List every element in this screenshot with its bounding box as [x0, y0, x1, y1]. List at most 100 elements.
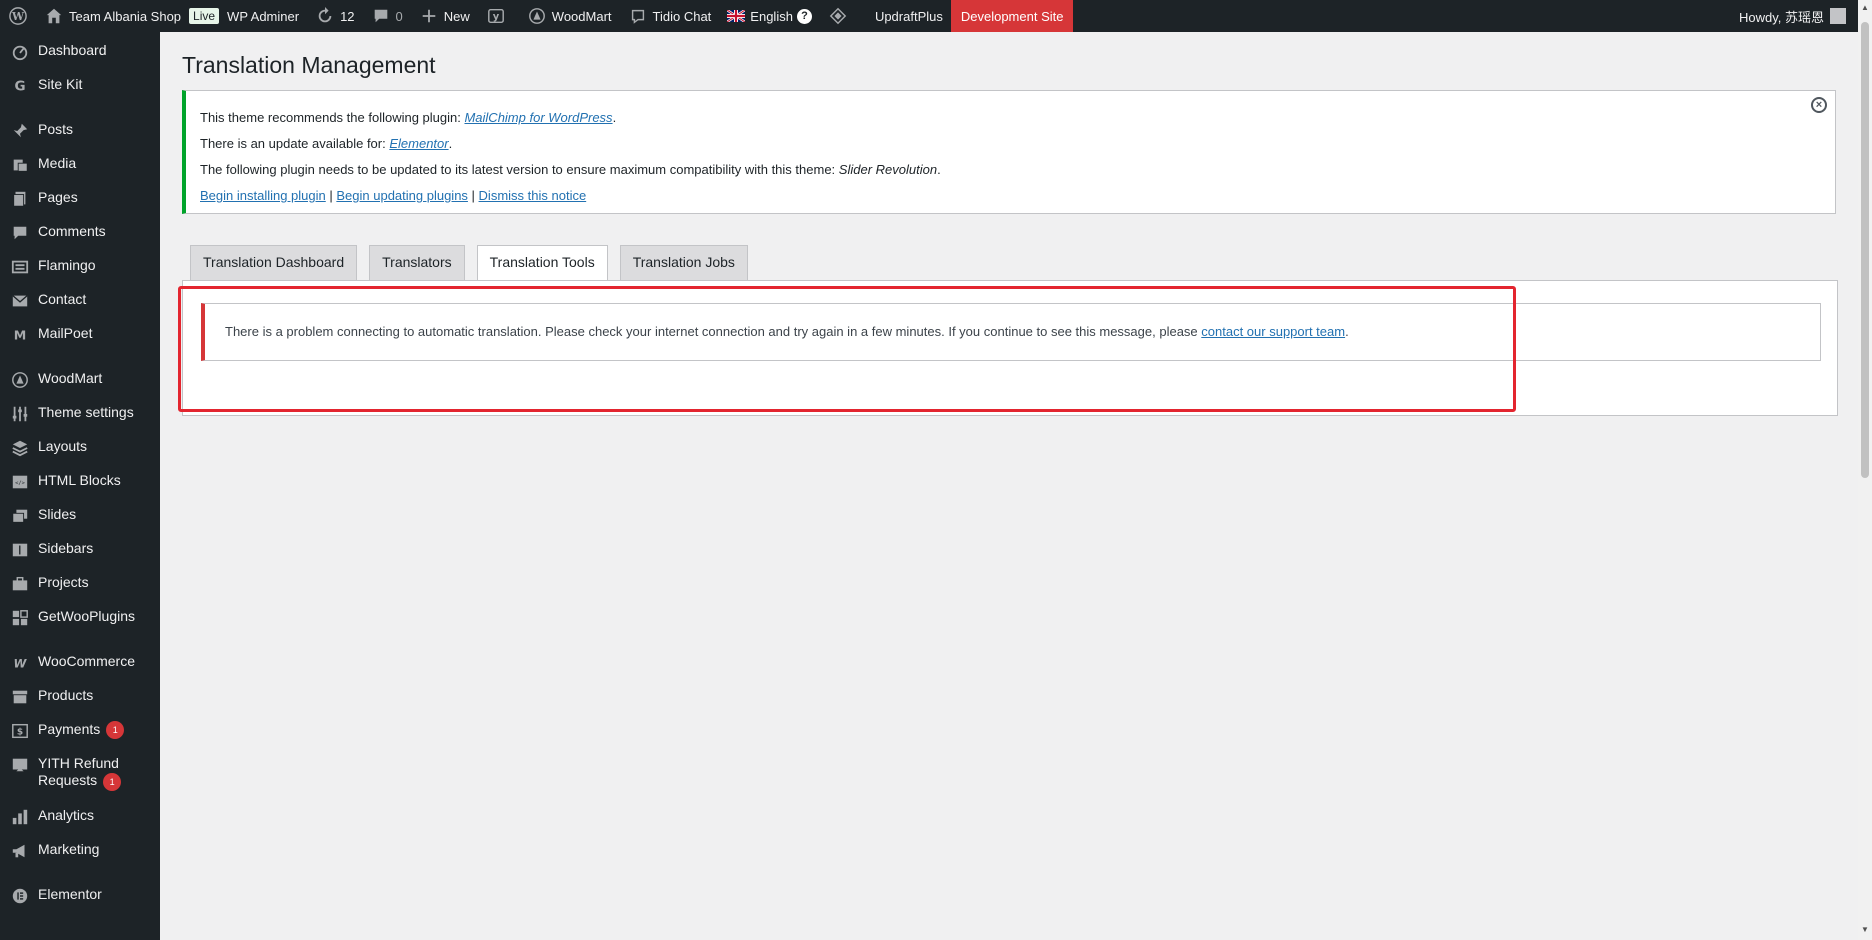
language-menu[interactable]: English ? [719, 0, 820, 32]
sidebar-item-label: YITH Refund Requests 1 [38, 755, 122, 791]
svg-text:$: $ [17, 728, 23, 738]
notice-line-2: There is an update available for: Elemen… [200, 136, 453, 151]
dollar-icon: $ [10, 721, 30, 741]
sidebar-item-getwooplugins[interactable]: GetWooPlugins [0, 598, 160, 632]
notification-badge: 1 [103, 773, 122, 791]
updraftplus-label: UpdraftPlus [874, 8, 943, 24]
highlight-box [178, 286, 1516, 412]
layers-icon [10, 438, 30, 458]
begin-updating-plugins-link[interactable]: Begin updating plugins [336, 188, 468, 203]
tab-translators[interactable]: Translators [369, 245, 465, 281]
sidebar-item-projects[interactable]: Projects [0, 564, 160, 598]
notice-line-2-text: There is an update available for: [200, 136, 390, 151]
pages-icon [10, 189, 30, 209]
page-scrollbar[interactable]: ▲ ▼ [1858, 0, 1872, 940]
yoast-icon: y [486, 6, 506, 26]
elementor-link[interactable]: Elementor [389, 136, 448, 151]
wp-adminer-link[interactable]: WP Adminer [227, 0, 307, 32]
uk-flag-icon [727, 10, 746, 22]
updates-menu[interactable]: 12 [307, 0, 362, 32]
sidebar-item-woodmart[interactable]: WoodMart [0, 360, 160, 394]
sidebar-item-marketing[interactable]: Marketing [0, 831, 160, 865]
yoast-menu[interactable]: y [478, 0, 519, 32]
admin-sidebar: Dashboard G Site Kit Posts Media Pages Comment… [0, 32, 160, 940]
scroll-up-arrow-icon[interactable]: ▲ [1861, 4, 1869, 12]
sidebar-item-payments[interactable]: $ Payments 1 [0, 711, 160, 745]
page-title: Translation Management [182, 52, 436, 78]
mailchimp-link[interactable]: MailChimp for WordPress [464, 110, 612, 125]
woodmart-menu[interactable]: WoodMart [519, 0, 620, 32]
woodmart-icon [527, 6, 547, 26]
sidebar-item-label: GetWooPlugins [38, 608, 136, 624]
sidebar-item-contact[interactable]: Contact [0, 281, 160, 315]
sidebar-item-media[interactable]: Media [0, 145, 160, 179]
language-label: English [750, 8, 793, 24]
svg-text:</>: </> [15, 481, 25, 487]
new-content-menu[interactable]: New [411, 0, 478, 32]
scrollbar-thumb[interactable] [1861, 22, 1869, 478]
sidebar-item-posts[interactable]: Posts [0, 111, 160, 145]
sidebar-item-elementor[interactable]: Elementor [0, 876, 160, 910]
sidebar-item-label: WoodMart [38, 370, 103, 386]
development-site-badge[interactable]: Development Site [950, 0, 1074, 32]
home-icon [44, 6, 64, 26]
menu-separator [0, 100, 160, 111]
wp-logo-menu[interactable]: W [0, 0, 36, 32]
sidebar-item-sidebars[interactable]: Sidebars [0, 530, 160, 564]
comments-count: 0 [395, 8, 403, 24]
tidio-label: Tidio Chat [652, 8, 712, 24]
dismiss-icon[interactable]: × [1811, 97, 1827, 113]
menu-separator [0, 632, 160, 643]
woocommerce-icon: W [10, 653, 30, 673]
sidebar-item-theme-settings[interactable]: Theme settings [0, 394, 160, 428]
sidebar-item-analytics[interactable]: Analytics [0, 797, 160, 831]
my-account-menu[interactable]: Howdy, 苏瑶恩 [1731, 0, 1858, 32]
wpml-menu[interactable] [820, 0, 861, 32]
site-name: Team Albania Shop [69, 8, 182, 24]
pin-icon [10, 121, 30, 141]
sidebar-item-label: Layouts [38, 438, 88, 454]
tab-translation-dashboard[interactable]: Translation Dashboard [190, 245, 358, 281]
sidebar-item-label: WooCommerce [38, 653, 135, 669]
comment-icon [371, 6, 391, 26]
plugin-grid-icon [10, 608, 30, 628]
updraftplus-menu[interactable]: UpdraftPlus [861, 0, 951, 32]
sidebar-item-flamingo[interactable]: Flamingo [0, 247, 160, 281]
sidebar-item-layouts[interactable]: Layouts [0, 428, 160, 462]
sidebar-item-comments[interactable]: Comments [0, 213, 160, 247]
refund-icon [10, 755, 30, 775]
sidebar-item-yith-refund[interactable]: YITH Refund Requests 1 [0, 745, 160, 797]
dismiss-notice-link[interactable]: Dismiss this notice [479, 188, 587, 203]
tidio-menu[interactable]: Tidio Chat [620, 0, 720, 32]
sidebar-item-woocommerce[interactable]: W WooCommerce [0, 643, 160, 677]
scroll-down-arrow-icon[interactable]: ▼ [1861, 926, 1869, 934]
howdy-label: Howdy, 苏瑶恩 [1739, 9, 1824, 25]
html-icon: </> [10, 472, 30, 492]
help-icon: ? [796, 8, 812, 24]
tab-translation-jobs[interactable]: Translation Jobs [619, 245, 748, 281]
sidebar-item-pages[interactable]: Pages [0, 179, 160, 213]
sidebar-item-mailpoet[interactable]: M MailPoet [0, 315, 160, 349]
tab-translation-tools[interactable]: Translation Tools [476, 245, 608, 282]
comment-icon [10, 223, 30, 243]
sidebar-item-products[interactable]: Products [0, 677, 160, 711]
begin-installing-plugin-link[interactable]: Begin installing plugin [200, 188, 326, 203]
comments-menu[interactable]: 0 [363, 0, 411, 32]
development-site-label: Development Site [960, 8, 1064, 24]
sidebar-item-html-blocks[interactable]: </> HTML Blocks [0, 462, 160, 496]
sidebar-item-slides[interactable]: Slides [0, 496, 160, 530]
live-badge: Live [189, 8, 220, 24]
archive-icon [10, 687, 30, 707]
sidebar-item-site-kit[interactable]: G Site Kit [0, 66, 160, 100]
mailchimp-link-text: MailChimp for WordPress [464, 110, 613, 125]
sidebar-item-label: Slides [38, 506, 77, 522]
sidebar-item-dashboard[interactable]: Dashboard [0, 32, 160, 66]
elementor-icon [10, 886, 30, 906]
sidebar-item-label: MailPoet [38, 325, 93, 341]
sidebar-item-label: Sidebars [38, 540, 94, 556]
woodmart-label: WoodMart [551, 8, 612, 24]
media-icon [10, 155, 30, 175]
sidebar-item-label: Products [38, 687, 94, 703]
svg-text:G: G [14, 79, 25, 95]
site-name-menu[interactable]: Team Albania Shop [36, 0, 189, 32]
